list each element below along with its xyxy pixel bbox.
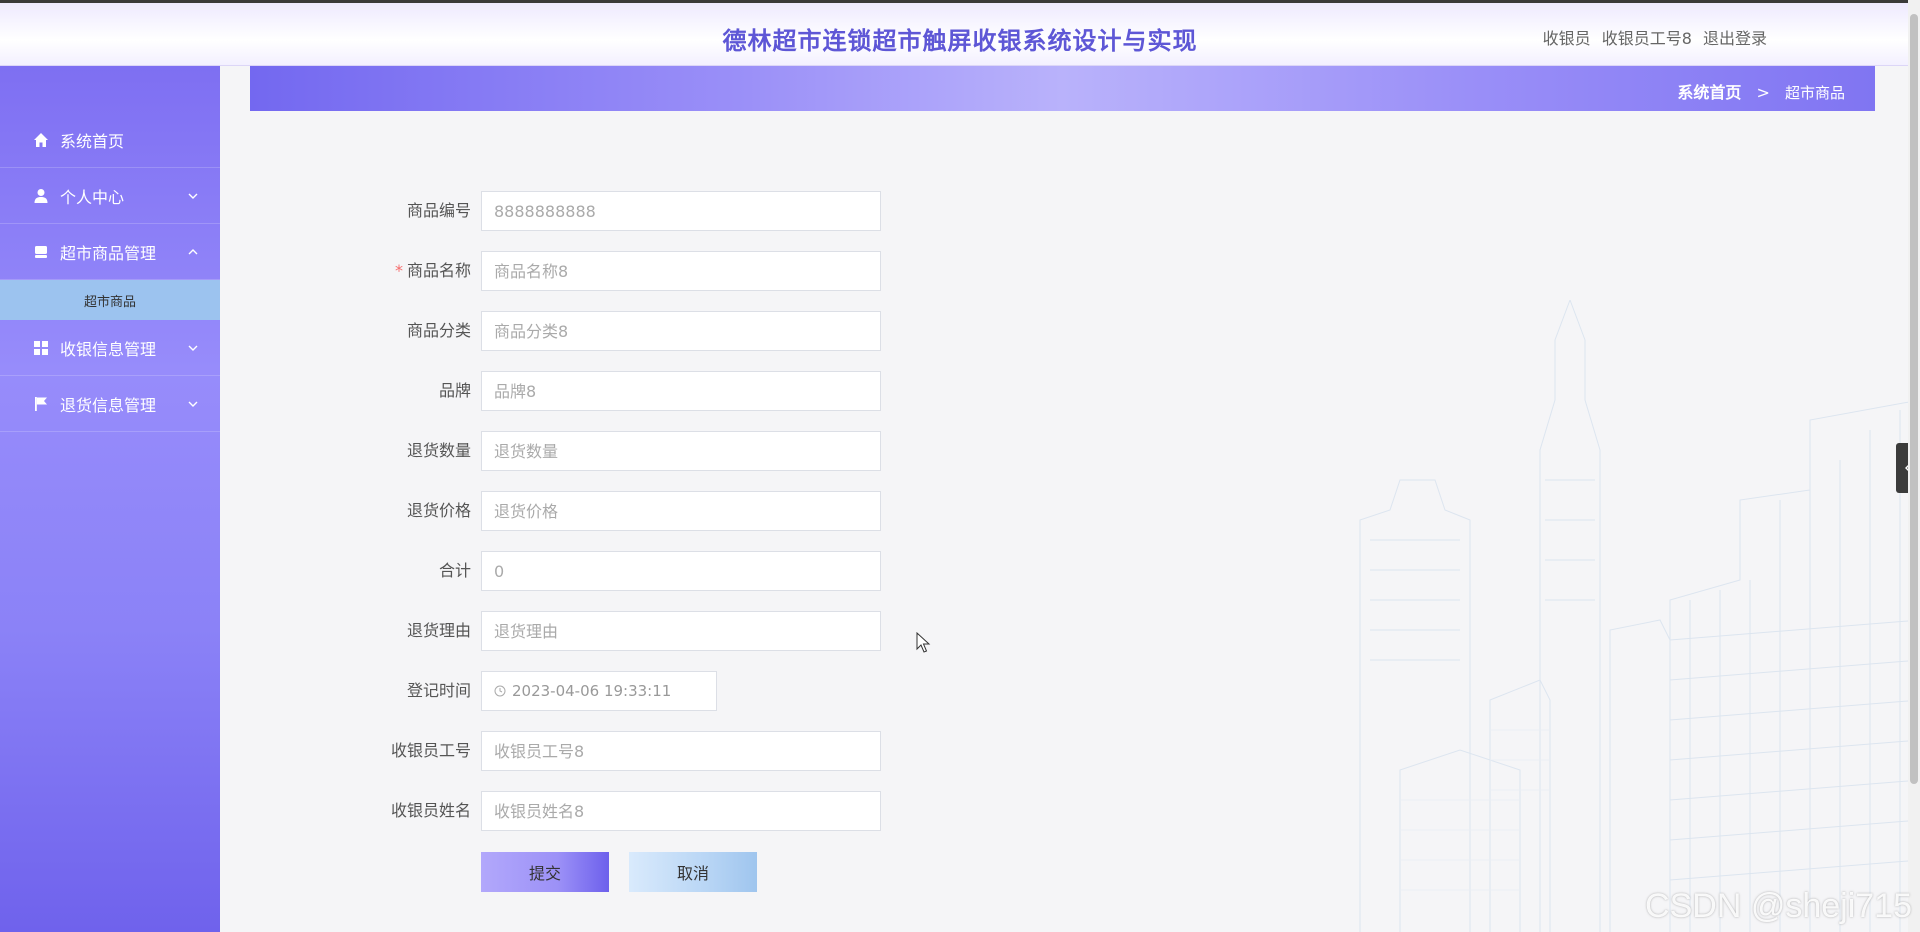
field-label: 退货数量: [406, 441, 471, 460]
form-row-brand: 品牌: [0, 371, 900, 411]
field-label: 品牌: [438, 381, 471, 400]
form-row-return-price: 退货价格: [0, 491, 900, 531]
return-quantity-input[interactable]: [481, 431, 881, 471]
page-scrollbar[interactable]: [1908, 0, 1920, 932]
form-row-product-category: 商品分类: [0, 311, 900, 351]
home-icon: [32, 131, 50, 149]
field-label: 合计: [438, 561, 471, 580]
cancel-button[interactable]: 取消: [629, 852, 757, 892]
field-label: 收银员姓名: [390, 801, 471, 820]
field-label-text: 商品名称: [406, 261, 471, 280]
breadcrumb-separator: >: [1756, 83, 1770, 102]
form-row-return-reason: 退货理由: [0, 611, 900, 651]
form-row-return-quantity: 退货数量: [0, 431, 900, 471]
sidebar-item-label: 系统首页: [60, 131, 125, 151]
product-code-input[interactable]: [481, 191, 881, 231]
clock-icon: [494, 685, 506, 697]
submit-button[interactable]: 提交: [481, 852, 609, 892]
form-row-product-name: * 商品名称: [0, 251, 900, 291]
return-price-input[interactable]: [481, 491, 881, 531]
register-time-value: 2023-04-06 19:33:11: [512, 682, 672, 700]
field-label: 退货理由: [406, 621, 471, 640]
sidebar-item-home[interactable]: 系统首页: [0, 112, 220, 168]
user-role: 收银员: [1542, 29, 1591, 48]
product-category-input[interactable]: [481, 311, 881, 351]
form-row-cashier-name: 收银员姓名: [0, 791, 900, 831]
city-background-illustration: [1359, 300, 1920, 932]
cashier-name-input[interactable]: [481, 791, 881, 831]
required-mark: *: [394, 261, 403, 280]
top-header: 德林超市连锁超市触屏收银系统设计与实现 收银员 收银员工号8 退出登录: [0, 0, 1920, 66]
field-label: 商品分类: [406, 321, 471, 340]
breadcrumb: 系统首页 > 超市商品: [1677, 79, 1845, 103]
breadcrumb-current: 超市商品: [1784, 84, 1845, 102]
breadcrumb-home[interactable]: 系统首页: [1677, 83, 1741, 102]
register-time-picker[interactable]: 2023-04-06 19:33:11: [481, 671, 717, 711]
field-label: 退货价格: [406, 501, 471, 520]
form-row-product-code: 商品编号: [0, 191, 900, 231]
product-name-input[interactable]: [481, 251, 881, 291]
field-label: * 商品名称: [300, 251, 471, 291]
brand-input[interactable]: [481, 371, 881, 411]
watermark: CSDN @sheji715: [1645, 887, 1912, 925]
cashier-id-input[interactable]: [481, 731, 881, 771]
form-row-register-time: 登记时间 2023-04-06 19:33:11: [0, 671, 900, 711]
scrollbar-thumb[interactable]: [1910, 14, 1918, 784]
form-row-cashier-id: 收银员工号: [0, 731, 900, 771]
user-name: 收银员工号8: [1601, 29, 1692, 48]
field-label: 收银员工号: [390, 741, 471, 760]
breadcrumb-bar: 系统首页 > 超市商品: [250, 66, 1875, 111]
logout-link[interactable]: 退出登录: [1703, 29, 1767, 48]
field-label: 商品编号: [406, 201, 471, 220]
mouse-cursor-icon: [916, 632, 931, 653]
return-reason-input[interactable]: [481, 611, 881, 651]
user-info: 收银员 收银员工号8 退出登录: [1537, 25, 1767, 49]
form-row-total: 合计: [0, 551, 900, 591]
field-label: 登记时间: [406, 681, 471, 700]
total-input[interactable]: [481, 551, 881, 591]
